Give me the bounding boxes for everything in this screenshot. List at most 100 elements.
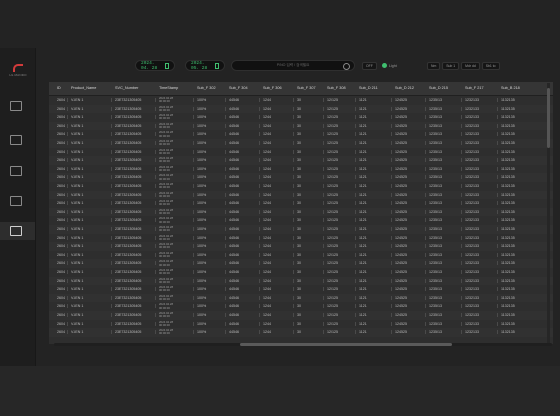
table-row[interactable]: 2604 V-IEN 1 23E7321305405 2024.04.28 00:00…: [49, 328, 553, 337]
column-divider: [425, 132, 426, 137]
copy-icon[interactable]: [10, 166, 22, 176]
vertical-scroll-thumb[interactable]: [547, 88, 550, 148]
column-divider: [111, 235, 112, 240]
vertical-scrollbar[interactable]: [547, 83, 550, 343]
column-divider: [259, 321, 260, 326]
column-divider: [293, 123, 294, 128]
table-cell: 30: [297, 175, 301, 180]
search-icon[interactable]: [343, 63, 350, 70]
table-row[interactable]: 2604 V-IEN 1 23E7321305405 2024.04.28 00:00…: [49, 190, 553, 200]
column-divider: [259, 201, 260, 206]
table-row[interactable]: 2604 V-IEN 1 23E7321305405 2024.04.28 00:00…: [49, 311, 553, 320]
column-divider: [111, 201, 112, 206]
image-icon[interactable]: [10, 101, 22, 111]
table-cell: 12/125: [327, 201, 338, 206]
horizontal-scroll-thumb[interactable]: [240, 343, 452, 346]
table-row[interactable]: 2604 V-IEN 1 23E7321305405 2024.04.28 00:00…: [49, 225, 553, 234]
table-row[interactable]: 2604 V-IEN 1 23E7321305405 2024.04.28 00:00…: [49, 139, 553, 148]
table-cell: 1232133: [465, 313, 479, 317]
column-divider: [67, 192, 68, 197]
table-cell: 1244: [263, 218, 271, 223]
table-row[interactable]: 2604 V-IEN 1 23E7321305405 2024.04.28 00:00…: [49, 302, 553, 311]
table-cell: 12/125: [327, 123, 338, 128]
table-cell: 23E7321305405: [115, 132, 142, 137]
column-header[interactable]: Sub_D 215: [429, 82, 448, 95]
table-row[interactable]: 2604 V-IEN 1 23E7321305405 2024.04.28 00:00…: [49, 216, 553, 225]
table-row[interactable]: 2604 V-IEN 1 23E7321305405 2024.04.28 00:00…: [49, 130, 553, 139]
column-header[interactable]: Sub_F 306: [263, 82, 282, 95]
filter-chip[interactable]: Sb1 to: [481, 61, 500, 70]
column-header[interactable]: Sub_D 211: [359, 82, 378, 95]
table-row[interactable]: 2604 V-IEN 1 23E7321305405 2024.04.28 00:00…: [49, 268, 553, 277]
column-header[interactable]: Sub_B 218: [501, 82, 520, 95]
table-row[interactable]: 2604 V-IEN 1 23E7321305405 2024.04.28 00:00…: [49, 113, 553, 122]
table-row[interactable]: 2604 V-IEN 1 23E7321305405 2024.04.28 00:00…: [49, 199, 553, 208]
table-row[interactable]: 2604 V-IEN 1 23E7321305405 2024.04.28 00:00…: [49, 251, 553, 260]
column-header[interactable]: Sub_F 307: [297, 82, 316, 95]
table-row[interactable]: 2604 V-IEN 1 23E7321305405 2024.04.28 00:00…: [49, 320, 553, 329]
filter-chip[interactable]: Mdr dd: [461, 61, 480, 70]
column-header[interactable]: Product_Name: [71, 82, 96, 95]
column-header[interactable]: SVC_Number: [115, 82, 138, 95]
column-header[interactable]: Sub_F 302: [197, 82, 216, 95]
table-cell: 100%: [197, 218, 207, 223]
horizontal-scrollbar[interactable]: [54, 343, 552, 346]
date-start-picker[interactable]: 2024. 04. 28: [135, 60, 175, 71]
table-cell: 124525: [395, 123, 407, 128]
table-row[interactable]: 2604 V-IEN 1 23E7321305405 2024.04.28 00:00…: [49, 165, 553, 174]
filter-chip[interactable]: Nm: [427, 61, 441, 70]
table-row[interactable]: 2604 V-IEN 1 23E7321305405 2024.04.28 00:00…: [49, 285, 553, 294]
table-row[interactable]: 2604 V-IEN 1 23E7321305405 2024.04.28 00:00…: [49, 207, 553, 217]
off-toggle[interactable]: OFF: [362, 61, 379, 70]
column-divider: [355, 158, 356, 163]
column-divider: [111, 98, 112, 102]
table-row[interactable]: 2604 V-IEN 1 23E7321305405 2024.04.28 00:00…: [49, 96, 553, 105]
table-row[interactable]: 2604 V-IEN 1 23E7321305405 2024.04.28 00:00…: [49, 148, 553, 157]
date-end-picker[interactable]: 2024. 05. 28: [185, 60, 225, 71]
table-cell: 1132135: [501, 330, 515, 335]
column-header[interactable]: Sub_F 308: [327, 82, 346, 95]
column-header[interactable]: Sub_F 217: [465, 82, 484, 95]
table-cell: 2604: [57, 123, 65, 128]
column-divider: [225, 321, 226, 326]
table-row[interactable]: 2604 V-IEN 1 23E7321305405 2024.04.28 00:00…: [49, 242, 553, 251]
bar-chart-icon[interactable]: [10, 135, 22, 145]
table-row[interactable]: 2604 V-IEN 1 23E7321305405 2024.04.28 00:00…: [49, 276, 553, 286]
column-divider: [323, 287, 324, 292]
column-divider: [425, 295, 426, 300]
table-cell: 1244: [263, 141, 271, 145]
table-cell: 100%: [197, 123, 207, 128]
table-cell: 12/125: [327, 295, 338, 300]
table-row[interactable]: 2604 V-IEN 1 23E7321305405 2024.04.28 00:00…: [49, 156, 553, 165]
light-toggle-label: Light: [389, 63, 397, 68]
column-header[interactable]: Sub_D 212: [395, 82, 414, 95]
table-row[interactable]: 2604 V-IEN 1 23E7321305405 2024.04.28 00:00…: [49, 104, 553, 114]
column-divider: [391, 252, 392, 257]
column-header[interactable]: ID: [57, 82, 61, 95]
column-divider: [391, 141, 392, 145]
light-toggle[interactable]: Light: [382, 62, 397, 69]
table-row[interactable]: 2604 V-IEN 1 23E7321305405 2024.04.28 00:00…: [49, 234, 553, 243]
calendar-icon[interactable]: [10, 196, 22, 206]
filter-chip[interactable]: Sub 1: [442, 61, 460, 70]
table-cell: 2604: [57, 304, 65, 309]
table-row[interactable]: 2604 V-IEN 1 23E7321305405 2024.04.28 00:00…: [49, 173, 553, 182]
table-cell: 124525: [395, 201, 407, 206]
folder-icon[interactable]: [10, 226, 22, 236]
off-toggle-label: OFF: [362, 61, 377, 70]
column-header[interactable]: Sub_F 304: [229, 82, 248, 95]
column-header[interactable]: TimeStamp: [159, 82, 178, 95]
table-cell: 12/125: [327, 192, 338, 197]
table-row[interactable]: 2604 V-IEN 1 23E7321305405 2024.04.28 00:00…: [49, 259, 553, 268]
table-cell: 1121: [359, 201, 367, 206]
column-divider: [155, 141, 156, 145]
column-divider: [293, 192, 294, 197]
table-row[interactable]: 2604 V-IEN 1 23E7321305405 2024.04.28 00:00…: [49, 182, 553, 191]
table-row[interactable]: 2604 V-IEN 1 23E7321305405 2024.04.28 00:00…: [49, 293, 553, 303]
table-cell: V-IEN 1: [71, 295, 84, 300]
column-divider: [67, 244, 68, 249]
table-cell: 44546: [229, 149, 239, 154]
table-cell: 1132135: [501, 149, 515, 154]
search-input[interactable]: P/NO 입력 / 검색필요: [231, 60, 355, 71]
table-row[interactable]: 2604 V-IEN 1 23E7321305405 2024.04.28 00:00…: [49, 121, 553, 131]
